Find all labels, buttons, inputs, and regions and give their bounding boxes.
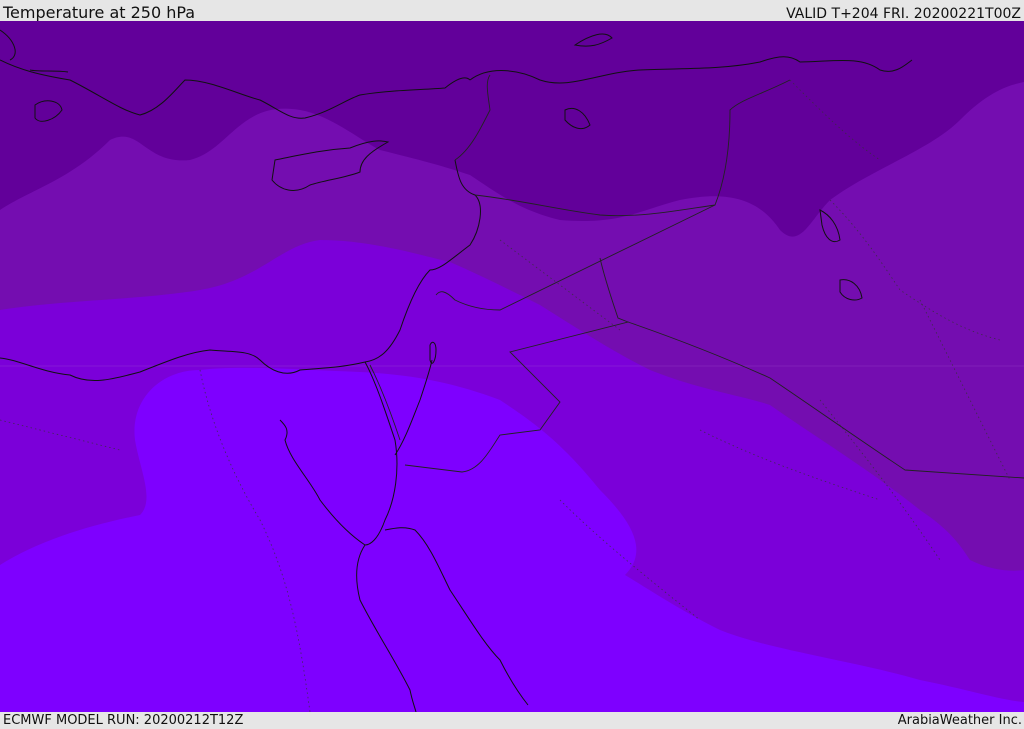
weather-map[interactable] <box>0 21 1024 712</box>
valid-time: VALID T+204 FRI. 20200221T00Z <box>786 6 1021 22</box>
credit-label: ArabiaWeather Inc. <box>897 713 1022 728</box>
footer-bar: ECMWF MODEL RUN: 20200212T12Z ArabiaWeat… <box>0 712 1024 729</box>
header-bar: Temperature at 250 hPa VALID T+204 FRI. … <box>0 0 1024 22</box>
model-run-label: ECMWF MODEL RUN: 20200212T12Z <box>3 713 244 728</box>
map-title: Temperature at 250 hPa <box>3 3 196 22</box>
